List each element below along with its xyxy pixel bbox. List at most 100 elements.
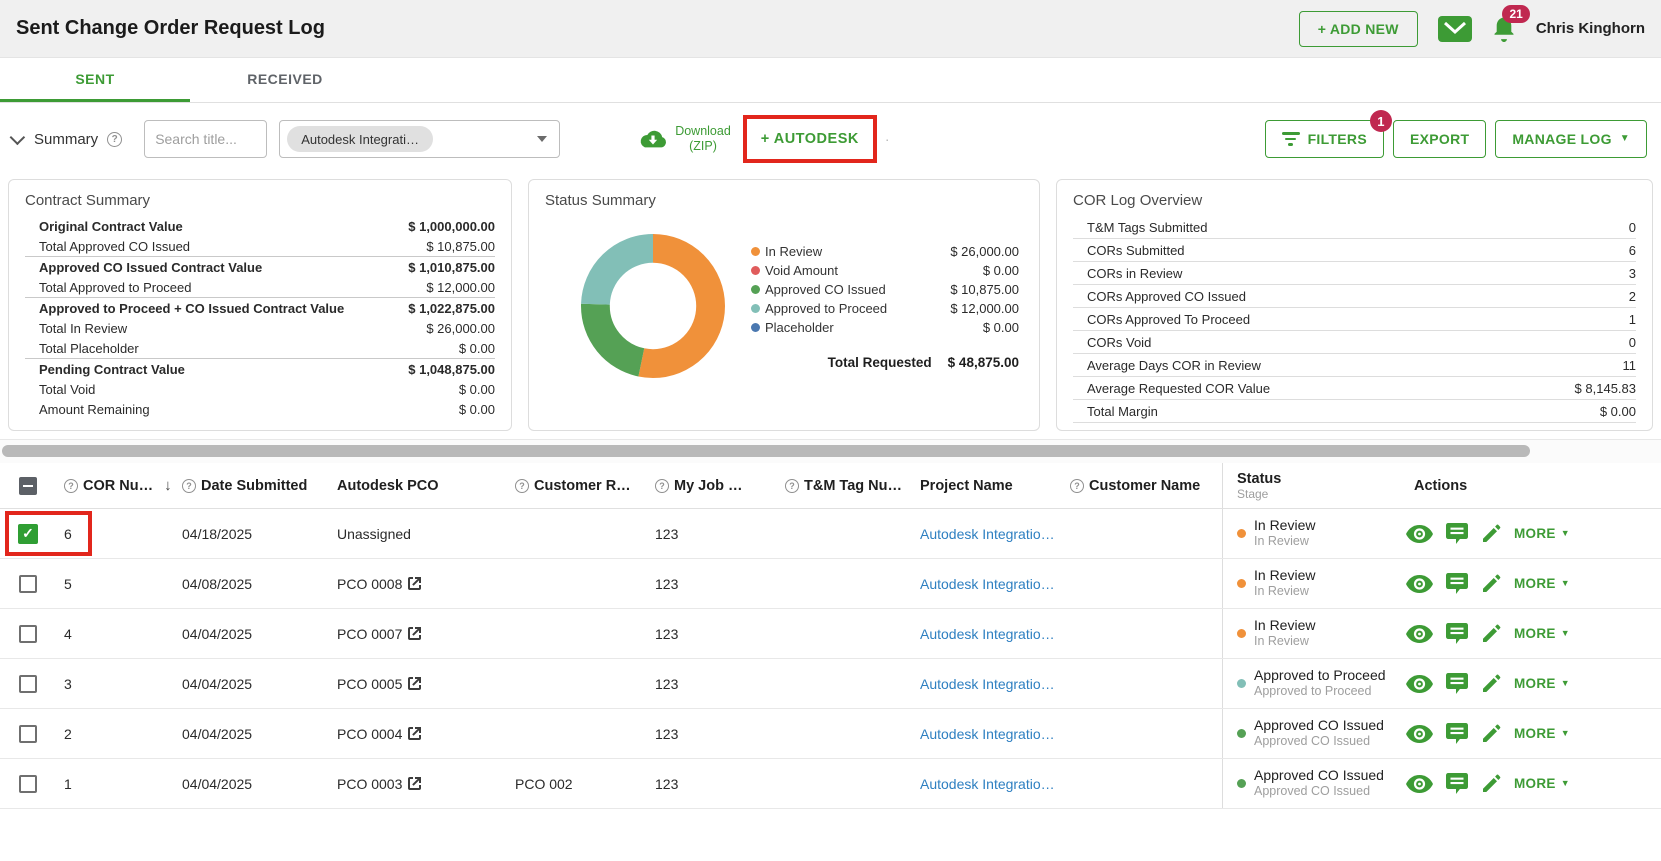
- edit-pencil-icon[interactable]: [1481, 574, 1501, 594]
- project-name-link[interactable]: Autodesk Integratio…: [912, 576, 1062, 592]
- column-header-project-name[interactable]: Project Name: [912, 478, 1062, 494]
- external-link-icon[interactable]: [408, 727, 422, 740]
- more-button[interactable]: MORE ▼: [1514, 776, 1570, 791]
- more-button[interactable]: MORE ▼: [1514, 726, 1570, 741]
- edit-pencil-icon[interactable]: [1481, 774, 1501, 794]
- cor-number-cell: 5: [64, 575, 72, 592]
- more-button[interactable]: MORE ▼: [1514, 526, 1570, 541]
- edit-pencil-icon[interactable]: [1481, 524, 1501, 544]
- help-icon[interactable]: ?: [655, 478, 669, 493]
- help-icon[interactable]: ?: [182, 478, 196, 493]
- filter-icon: [1281, 132, 1300, 146]
- card-title: Contract Summary: [25, 192, 151, 209]
- search-input[interactable]: [144, 120, 268, 158]
- project-name-link[interactable]: Autodesk Integratio…: [912, 526, 1062, 542]
- project-name-link[interactable]: Autodesk Integratio…: [912, 676, 1062, 692]
- caret-down-icon: ▼: [1619, 133, 1630, 144]
- tab-sent[interactable]: SENT: [0, 58, 190, 102]
- project-name-link[interactable]: Autodesk Integratio…: [912, 626, 1062, 642]
- external-link-icon[interactable]: [408, 777, 422, 790]
- project-filter-select[interactable]: Autodesk Integrati…: [279, 120, 561, 158]
- more-button[interactable]: MORE ▼: [1514, 626, 1570, 641]
- more-button[interactable]: MORE ▼: [1514, 576, 1570, 591]
- more-button[interactable]: MORE ▼: [1514, 676, 1570, 691]
- row-checkbox[interactable]: [19, 774, 37, 793]
- summary-label[interactable]: Summary: [34, 131, 98, 148]
- view-eye-icon[interactable]: [1406, 674, 1433, 693]
- collapse-chevron-icon[interactable]: [9, 129, 26, 145]
- row-checkbox[interactable]: [19, 724, 37, 743]
- help-icon[interactable]: ?: [515, 478, 529, 493]
- cor-log-overview-card: COR Log Overview T&M Tags Submitted 0 COR…: [1056, 179, 1653, 431]
- row-checkbox[interactable]: [19, 574, 37, 593]
- autodesk-pco-cell: PCO 0007: [329, 626, 507, 642]
- row-checkbox[interactable]: [19, 624, 37, 643]
- contract-row: Amount Remaining $ 0.00: [39, 401, 495, 417]
- help-icon[interactable]: ?: [107, 131, 123, 147]
- status-dot: [1237, 779, 1246, 788]
- column-header-tm-tag[interactable]: ? T&M Tag Nu…: [777, 478, 912, 494]
- notification-badge: 21: [1502, 5, 1530, 23]
- overview-row: CORs Void 0: [1073, 331, 1636, 354]
- edit-pencil-icon[interactable]: [1481, 674, 1501, 694]
- view-eye-icon[interactable]: [1406, 574, 1433, 593]
- project-filter-chip[interactable]: Autodesk Integrati…: [287, 126, 433, 152]
- status-cell: Approved CO Issued Approved CO Issued: [1222, 709, 1406, 758]
- project-name-link[interactable]: Autodesk Integratio…: [912, 726, 1062, 742]
- horizontal-scrollbar: [0, 439, 1661, 463]
- my-job-cell: 123: [655, 525, 679, 542]
- view-eye-icon[interactable]: [1406, 524, 1433, 543]
- date-submitted-cell: 04/04/2025: [182, 625, 253, 642]
- external-link-icon[interactable]: [408, 677, 422, 690]
- user-name[interactable]: Chris Kinghorn: [1536, 20, 1645, 37]
- mail-icon[interactable]: [1437, 15, 1472, 42]
- sort-desc-icon[interactable]: ↓: [164, 477, 172, 494]
- notifications-bell[interactable]: 21: [1492, 5, 1530, 42]
- actions-cell: MORE ▼: [1406, 773, 1661, 794]
- view-eye-icon[interactable]: [1406, 774, 1433, 793]
- comment-icon[interactable]: [1446, 523, 1468, 544]
- comment-icon[interactable]: [1446, 573, 1468, 594]
- help-icon[interactable]: ?: [1070, 478, 1084, 493]
- contract-row: Original Contract Value $ 1,000,000.00: [39, 218, 495, 234]
- autodesk-pco-cell: Unassigned: [337, 525, 411, 542]
- download-zip-button[interactable]: Download (ZIP): [638, 124, 731, 154]
- project-name-link[interactable]: Autodesk Integratio…: [912, 776, 1062, 792]
- column-header-date-submitted[interactable]: ? Date Submitted: [174, 478, 329, 494]
- comment-icon[interactable]: [1446, 723, 1468, 744]
- export-button[interactable]: EXPORT: [1392, 120, 1487, 158]
- manage-log-button[interactable]: MANAGE LOG ▼: [1495, 120, 1647, 158]
- help-icon[interactable]: ?: [785, 478, 799, 493]
- tab-received[interactable]: RECEIVED: [190, 58, 380, 102]
- select-all-checkbox[interactable]: [19, 476, 37, 495]
- edit-pencil-icon[interactable]: [1481, 624, 1501, 644]
- edit-pencil-icon[interactable]: [1481, 724, 1501, 744]
- column-header-cor-number[interactable]: ? COR Nu… ↓: [56, 477, 174, 494]
- add-new-button[interactable]: + ADD NEW: [1298, 10, 1418, 47]
- row-checkbox[interactable]: [19, 674, 37, 693]
- column-header-customer-ref[interactable]: ? Customer R…: [507, 478, 647, 494]
- column-header-my-job[interactable]: ? My Job …: [647, 478, 777, 494]
- column-header-customer-name[interactable]: ? Customer Name: [1062, 478, 1222, 494]
- view-eye-icon[interactable]: [1406, 624, 1433, 643]
- comment-icon[interactable]: [1446, 673, 1468, 694]
- comment-icon[interactable]: [1446, 773, 1468, 794]
- my-job-cell: 123: [655, 675, 679, 692]
- card-title: Status Summary: [545, 192, 656, 209]
- autodesk-button[interactable]: + AUTODESK: [757, 131, 863, 147]
- external-link-icon[interactable]: [408, 627, 422, 640]
- select-caret-icon: [537, 136, 548, 142]
- app-window: Sent Change Order Request Log + ADD NEW …: [0, 0, 1661, 861]
- comment-icon[interactable]: [1446, 623, 1468, 644]
- scrollbar-thumb[interactable]: [2, 445, 1531, 457]
- view-eye-icon[interactable]: [1406, 724, 1433, 743]
- status-dot: [1237, 729, 1246, 738]
- column-header-status[interactable]: Status Stage: [1222, 463, 1406, 508]
- filters-button[interactable]: FILTERS 1: [1264, 110, 1392, 158]
- contract-row: Approved CO Issued Contract Value $ 1,010…: [39, 259, 495, 275]
- status-dot: [1237, 629, 1246, 638]
- help-icon[interactable]: ?: [64, 478, 78, 493]
- column-header-autodesk-pco[interactable]: Autodesk PCO: [329, 478, 507, 494]
- external-link-icon[interactable]: [408, 577, 422, 590]
- row-checkbox-checked[interactable]: ✓: [18, 523, 38, 544]
